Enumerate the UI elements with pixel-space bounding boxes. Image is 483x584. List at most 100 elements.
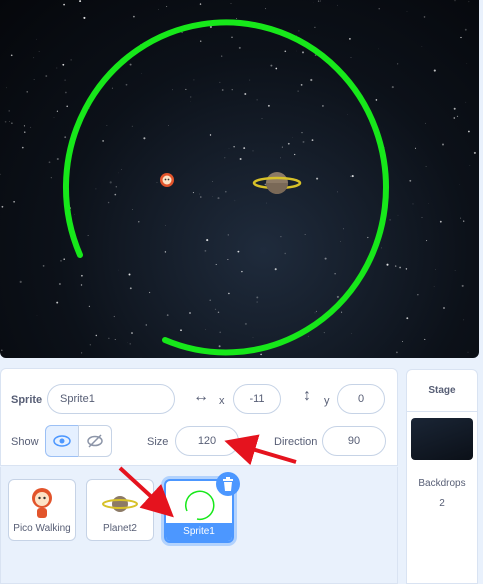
- star: [64, 79, 66, 81]
- star: [10, 54, 13, 57]
- star: [296, 35, 298, 36]
- star: [396, 351, 398, 354]
- star: [129, 287, 132, 290]
- stage-target-panel[interactable]: Stage Backdrops 2: [406, 369, 478, 584]
- star: [114, 339, 116, 341]
- star: [301, 51, 305, 54]
- star: [244, 93, 247, 95]
- star: [227, 259, 229, 261]
- star: [320, 0, 321, 2]
- star: [316, 177, 319, 180]
- sprite-tile-pico[interactable]: Pico Walking: [8, 479, 76, 541]
- star: [158, 9, 159, 11]
- y-input[interactable]: 0: [337, 384, 385, 414]
- sprite-tile-name: Planet2: [103, 523, 137, 534]
- sprite-tile-name: Sprite1: [166, 523, 232, 541]
- star: [307, 335, 309, 337]
- star: [301, 132, 303, 134]
- star: [204, 250, 207, 252]
- star: [11, 122, 13, 124]
- star: [87, 234, 89, 236]
- star: [341, 311, 343, 313]
- star: [424, 338, 426, 340]
- star: [53, 117, 55, 118]
- star: [266, 202, 267, 204]
- star: [243, 147, 246, 150]
- star: [435, 269, 436, 271]
- star: [8, 110, 10, 112]
- star: [421, 46, 423, 47]
- star: [324, 257, 327, 260]
- star: [238, 46, 241, 49]
- star: [406, 317, 409, 320]
- pico-sprite[interactable]: [160, 173, 174, 187]
- star: [334, 273, 336, 275]
- star: [58, 282, 61, 286]
- star: [256, 301, 258, 303]
- star: [48, 161, 51, 164]
- sprite-name-input[interactable]: Sprite1: [47, 384, 175, 414]
- planet-sprite[interactable]: [252, 172, 302, 194]
- star: [367, 236, 369, 239]
- star: [219, 331, 221, 334]
- star: [185, 88, 187, 90]
- direction-input[interactable]: 90: [322, 426, 386, 456]
- backdrops-count: 2: [439, 498, 445, 509]
- star: [425, 122, 426, 124]
- delete-sprite-button[interactable]: [216, 472, 240, 496]
- star: [70, 59, 72, 61]
- star: [230, 2, 232, 4]
- star: [205, 329, 207, 330]
- star: [252, 150, 254, 152]
- x-input[interactable]: -11: [233, 384, 281, 414]
- star: [89, 344, 91, 346]
- vertical-arrows-icon: ↕: [303, 387, 311, 404]
- star: [209, 134, 212, 136]
- star: [56, 157, 59, 161]
- star: [156, 182, 158, 183]
- star: [389, 219, 391, 221]
- star: [121, 169, 122, 170]
- stage-thumbnail[interactable]: [411, 418, 473, 460]
- star: [350, 56, 352, 58]
- sprite-tile-planet2[interactable]: Planet2: [86, 479, 154, 541]
- star: [256, 296, 259, 299]
- star: [36, 315, 38, 316]
- star: [108, 337, 110, 339]
- green-ring-sprite[interactable]: [63, 19, 389, 356]
- star: [241, 270, 243, 273]
- star: [81, 274, 83, 277]
- starfield: [0, 0, 476, 358]
- star: [33, 57, 35, 59]
- star: [337, 191, 338, 193]
- size-input[interactable]: 120: [175, 426, 239, 456]
- star: [433, 286, 435, 287]
- star: [217, 311, 220, 314]
- star: [381, 247, 382, 249]
- x-label: x: [219, 395, 225, 407]
- star: [199, 193, 201, 195]
- stage-canvas[interactable]: [0, 0, 479, 358]
- pico-thumbnail: [9, 484, 75, 524]
- star: [233, 146, 235, 148]
- star: [249, 79, 251, 81]
- show-hidden-button[interactable]: [78, 425, 112, 457]
- star: [217, 197, 220, 200]
- star: [200, 196, 202, 198]
- star: [132, 209, 133, 210]
- star: [56, 301, 59, 304]
- star: [464, 28, 467, 31]
- star: [236, 18, 238, 20]
- star: [453, 107, 456, 110]
- star: [80, 13, 82, 14]
- star: [172, 89, 174, 91]
- star: [378, 8, 380, 10]
- star: [221, 55, 223, 57]
- star: [300, 84, 303, 86]
- star: [164, 251, 167, 253]
- show-visible-button[interactable]: [45, 425, 79, 457]
- star: [180, 329, 182, 332]
- star: [349, 38, 351, 40]
- star: [214, 308, 217, 310]
- star: [9, 121, 10, 123]
